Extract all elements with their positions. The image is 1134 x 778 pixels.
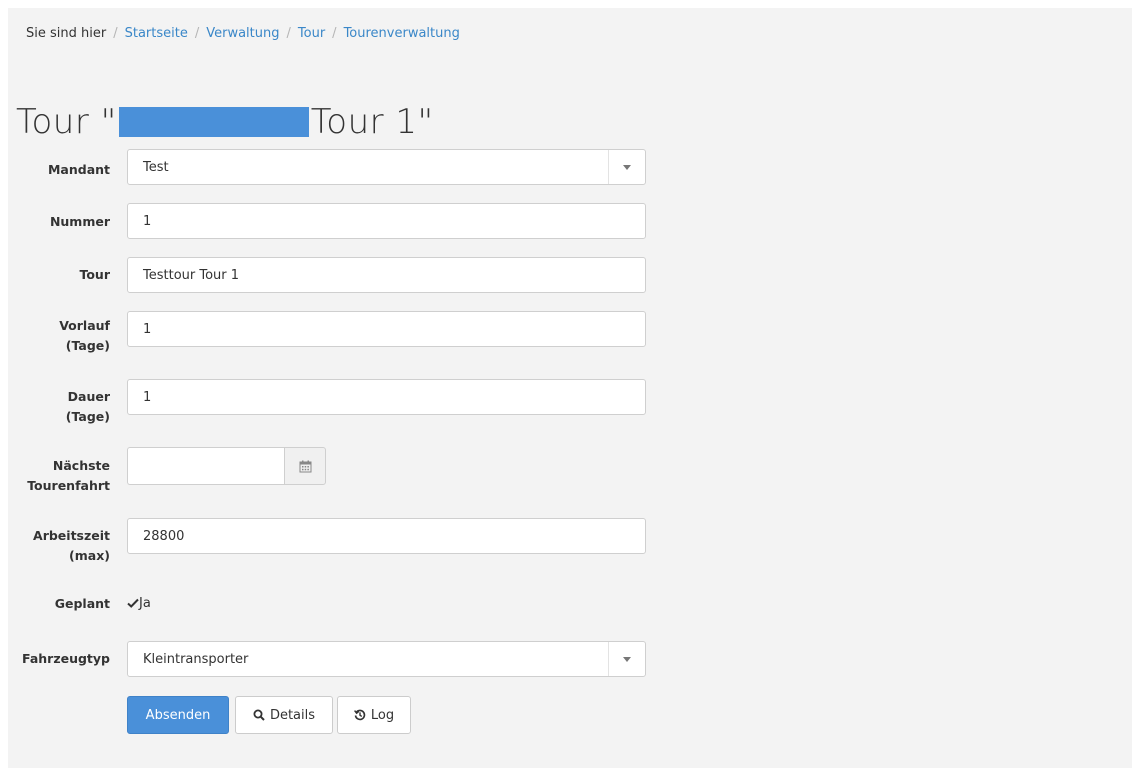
dauer-label: Dauer (Tage)	[0, 387, 110, 427]
tour-label: Tour	[79, 267, 110, 282]
breadcrumb-link-verwaltung[interactable]: Verwaltung	[206, 26, 279, 41]
checkmark-icon	[127, 598, 139, 608]
vorlauf-label: Vorlauf (Tage)	[0, 316, 110, 356]
breadcrumb-link-tourenverwaltung[interactable]: Tourenverwaltung	[344, 26, 460, 41]
vorlauf-value: 1	[143, 321, 152, 337]
details-button-label: Details	[269, 707, 316, 723]
mandant-label: Mandant	[47, 162, 110, 177]
arbeitszeit-label-line1: Arbeitszeit	[33, 528, 110, 543]
calendar-button[interactable]	[284, 447, 326, 485]
arbeitszeit-label-line2: (max)	[69, 548, 110, 563]
naechste-tourenfahrt-datepicker	[127, 447, 326, 485]
arbeitszeit-input[interactable]: 28800	[127, 518, 646, 554]
page-title-suffix: Tour 1"	[310, 102, 434, 142]
caret-down-icon	[623, 164, 631, 170]
submit-button[interactable]: Absenden	[127, 696, 229, 734]
breadcrumb-link-tour[interactable]: Tour	[298, 26, 325, 41]
arbeitszeit-value: 28800	[143, 528, 185, 544]
breadcrumb-link-startseite[interactable]: Startseite	[125, 26, 188, 41]
tour-input[interactable]: Testtour Tour 1	[127, 257, 646, 293]
caret-down-icon	[623, 656, 631, 662]
breadcrumb-prefix: Sie sind hier	[26, 26, 107, 41]
naechste-tourenfahrt-label: Nächste Tourenfahrt	[0, 456, 110, 496]
mandant-select[interactable]: Test	[127, 149, 646, 185]
breadcrumb-separator: /	[286, 26, 291, 41]
mandant-value: Test	[143, 159, 169, 175]
dauer-input[interactable]: 1	[127, 379, 646, 415]
mandant-dropdown-toggle[interactable]	[608, 150, 645, 184]
vorlauf-label-line1: Vorlauf	[59, 318, 110, 333]
dauer-label-line1: Dauer	[67, 389, 110, 404]
history-icon	[353, 709, 366, 721]
redacted-block	[118, 107, 309, 137]
breadcrumb-separator: /	[194, 26, 200, 41]
nummer-input[interactable]: 1	[127, 203, 646, 239]
page-title-prefix: Tour "	[16, 102, 117, 142]
breadcrumb-separator: /	[113, 26, 118, 41]
naechste-tourenfahrt-input[interactable]	[127, 447, 284, 485]
page-title: Tour " Tour 1"	[16, 102, 434, 142]
log-button-label: Log	[370, 707, 395, 723]
geplant-value-text: Ja	[139, 596, 151, 611]
dauer-label-line2: (Tage)	[65, 409, 110, 424]
geplant-value: Ja	[127, 594, 151, 614]
arbeitszeit-label: Arbeitszeit (max)	[0, 526, 110, 566]
dauer-value: 1	[143, 389, 152, 405]
fahrzeugtyp-dropdown-toggle[interactable]	[608, 642, 645, 676]
naechste-label-line1: Nächste	[52, 458, 110, 473]
calendar-icon	[299, 460, 311, 472]
fahrzeugtyp-value: Kleintransporter	[143, 651, 249, 667]
vorlauf-label-line2: (Tage)	[65, 338, 110, 353]
details-button[interactable]: Details	[235, 696, 333, 734]
geplant-label: Geplant	[54, 596, 110, 611]
tour-value: Testtour Tour 1	[143, 267, 240, 283]
log-button[interactable]: Log	[337, 696, 411, 734]
fahrzeugtyp-select[interactable]: Kleintransporter	[127, 641, 646, 677]
breadcrumb-separator: /	[332, 26, 337, 41]
breadcrumb: Sie sind hier / Startseite / Verwaltung / Tour…	[26, 26, 460, 41]
nummer-value: 1	[143, 213, 152, 229]
naechste-label-line2: Tourenfahrt	[27, 478, 110, 493]
fahrzeugtyp-label: Fahrzeugtyp	[22, 651, 110, 666]
vorlauf-input[interactable]: 1	[127, 311, 646, 347]
nummer-label: Nummer	[49, 214, 110, 229]
search-icon	[253, 709, 265, 721]
